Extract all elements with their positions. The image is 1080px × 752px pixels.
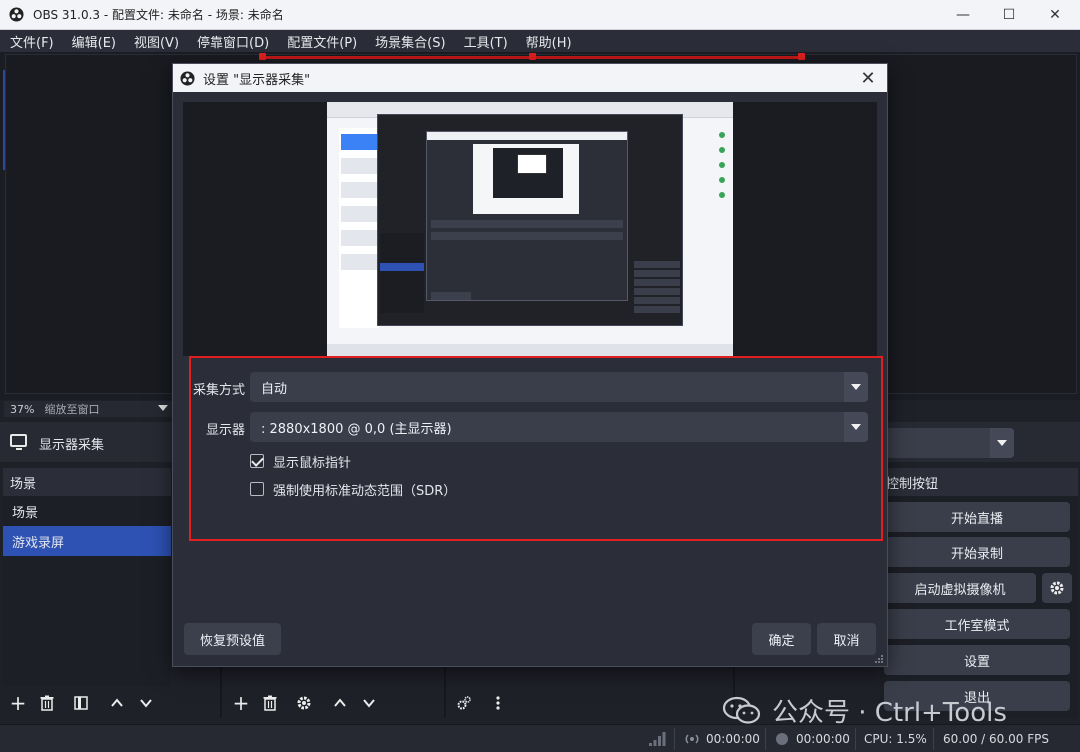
chevron-down-icon [363, 699, 375, 708]
add-source-button[interactable]: + [229, 691, 253, 715]
move-source-up-button[interactable] [328, 691, 352, 715]
zoom-label: 缩放至窗口 [44, 403, 100, 416]
controls-panel: 控制按钮 开始直播 开始录制 启动虚拟摄像机 工作室模式 设置 退出 [880, 468, 1078, 718]
resize-grip-icon[interactable] [874, 654, 884, 664]
menu-view[interactable]: 视图(V) [124, 32, 187, 51]
trash-icon [40, 695, 54, 711]
minimize-icon: — [956, 7, 970, 23]
watermark-text: 公众号 · Ctrl+Tools [772, 697, 1007, 728]
network-signal-icon [649, 732, 666, 746]
chevron-up-icon [111, 698, 123, 707]
scene-item-selected[interactable]: 游戏录屏 [3, 526, 171, 556]
zoom-control[interactable]: 37% 缩放至窗口 [4, 401, 174, 417]
highlight-annotation-box [189, 356, 883, 541]
virtual-camera-settings-button[interactable] [1042, 573, 1072, 603]
resize-handle[interactable] [529, 53, 536, 60]
scene-item[interactable]: 场景 [3, 496, 171, 526]
restore-defaults-button[interactable]: 恢复预设值 [184, 623, 281, 655]
menu-profile[interactable]: 配置文件(P) [277, 32, 365, 51]
scene-filters-button[interactable] [69, 691, 93, 715]
more-vertical-icon [496, 696, 500, 710]
gears-icon [457, 696, 471, 710]
menu-bar: 文件(F) 编辑(E) 视图(V) 停靠窗口(D) 配置文件(P) 场景集合(S… [0, 30, 1080, 52]
close-icon: ✕ [860, 67, 876, 89]
recording-dot-icon [776, 733, 788, 745]
ok-button[interactable]: 确定 [752, 623, 811, 655]
selected-source-name: 显示器采集 [39, 438, 105, 453]
filter-icon [74, 696, 88, 710]
status-divider [674, 728, 675, 750]
remove-source-button[interactable] [258, 691, 282, 715]
maximize-button[interactable]: ☐ [986, 0, 1032, 30]
status-divider [855, 728, 856, 750]
dropdown-arrow[interactable] [990, 428, 1014, 458]
scenes-panel: 场景 场景 游戏录屏 [3, 468, 171, 686]
cancel-button[interactable]: 取消 [817, 623, 876, 655]
minimize-button[interactable]: — [940, 0, 986, 30]
preview-selection-edge [3, 70, 5, 170]
source-properties-button[interactable] [292, 691, 316, 715]
dialog-close-button[interactable]: ✕ [857, 67, 879, 89]
menu-docks[interactable]: 停靠窗口(D) [187, 32, 277, 51]
wechat-icon [722, 696, 761, 724]
remove-scene-button[interactable] [35, 691, 59, 715]
record-time: 00:00:00 [796, 732, 850, 746]
menu-edit[interactable]: 编辑(E) [62, 32, 124, 51]
window-titlebar: OBS 31.0.3 - 配置文件: 未命名 - 场景: 未命名 — ☐ ✕ [0, 0, 1080, 30]
chevron-down-icon[interactable] [158, 405, 168, 411]
trash-icon [263, 695, 277, 711]
resize-handle[interactable] [798, 53, 805, 60]
status-divider [933, 728, 934, 750]
status-divider [765, 728, 766, 750]
resize-handle[interactable] [259, 53, 266, 60]
audio-mixer-menu-button[interactable] [486, 691, 510, 715]
start-recording-button[interactable]: 开始录制 [884, 537, 1070, 567]
controls-header: 控制按钮 [880, 468, 1078, 496]
source-toolbar-dropdown[interactable] [884, 428, 1014, 458]
plus-icon: + [9, 691, 27, 715]
menu-tools[interactable]: 工具(T) [454, 32, 516, 51]
move-scene-up-button[interactable] [105, 691, 129, 715]
close-button[interactable]: ✕ [1032, 0, 1078, 30]
stream-time: 00:00:00 [706, 732, 760, 746]
chevron-down-icon [997, 440, 1007, 446]
chevron-up-icon [334, 698, 346, 707]
cpu-usage: CPU: 1.5% [864, 732, 927, 746]
source-preview [183, 102, 877, 356]
gear-icon [297, 696, 311, 710]
monitor-icon [10, 434, 27, 450]
captured-screen-thumbnail [327, 102, 733, 356]
gear-icon [1050, 581, 1064, 595]
start-virtual-camera-button[interactable]: 启动虚拟摄像机 [884, 573, 1036, 603]
menu-help[interactable]: 帮助(H) [516, 32, 580, 51]
fps-readout: 60.00 / 60.00 FPS [943, 732, 1049, 746]
streaming-icon [685, 734, 699, 744]
move-scene-down-button[interactable] [134, 691, 158, 715]
close-icon: ✕ [1049, 7, 1061, 23]
dialog-titlebar: 设置 "显示器采集" ✕ [173, 64, 887, 92]
menu-file[interactable]: 文件(F) [0, 32, 62, 51]
start-streaming-button[interactable]: 开始直播 [884, 502, 1070, 532]
maximize-icon: ☐ [1002, 7, 1016, 23]
window-title: OBS 31.0.3 - 配置文件: 未命名 - 场景: 未命名 [33, 8, 284, 22]
add-scene-button[interactable]: + [6, 691, 30, 715]
settings-button[interactable]: 设置 [884, 645, 1070, 675]
obs-logo-icon [9, 7, 24, 22]
plus-icon: + [232, 691, 250, 715]
chevron-down-icon [140, 699, 152, 708]
watermark: 公众号 · Ctrl+Tools [722, 690, 1007, 730]
obs-logo-icon [180, 70, 195, 86]
scenes-header: 场景 [3, 468, 171, 496]
menu-scene-collection[interactable]: 场景集合(S) [365, 32, 453, 51]
zoom-value: 37% [10, 402, 35, 416]
audio-advanced-settings-button[interactable] [452, 691, 476, 715]
dialog-title: 设置 "显示器采集" [203, 72, 311, 88]
studio-mode-button[interactable]: 工作室模式 [884, 609, 1070, 639]
move-source-down-button[interactable] [357, 691, 381, 715]
